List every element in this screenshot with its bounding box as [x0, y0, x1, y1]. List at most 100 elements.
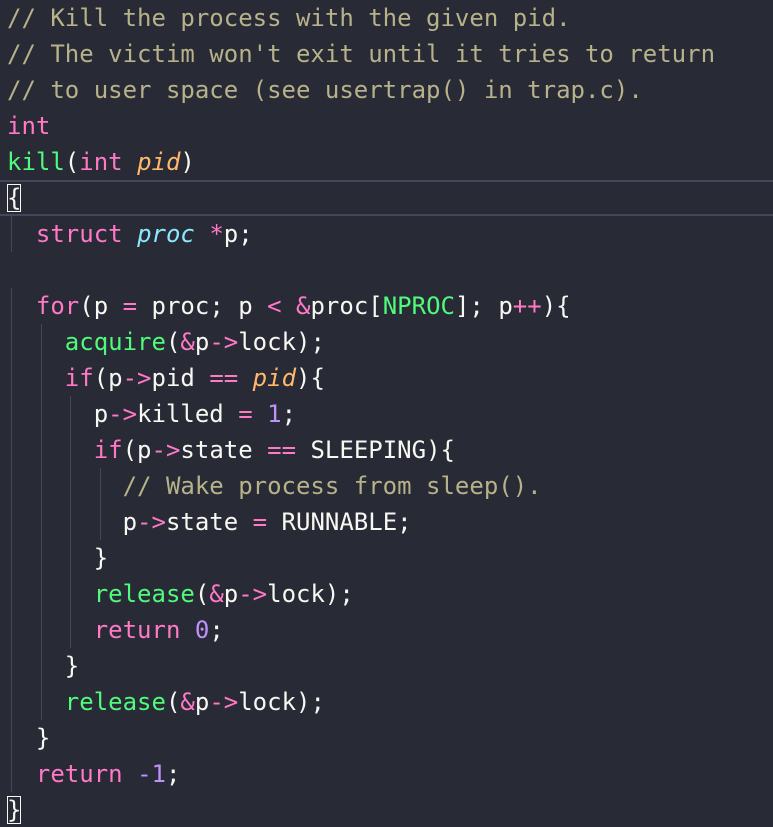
- code-token: ->: [209, 328, 239, 356]
- code-token: return: [93, 616, 181, 644]
- code-token: NPROC: [382, 292, 455, 320]
- code-token: proc; p: [137, 292, 268, 320]
- code-token: if: [64, 364, 94, 392]
- code-token: lock);: [267, 580, 354, 608]
- code-token: =: [238, 400, 253, 428]
- code-line[interactable]: }: [0, 648, 773, 684]
- code-token: RUNNABLE;: [267, 508, 412, 536]
- code-token: pid: [137, 148, 181, 176]
- code-token: (: [194, 580, 210, 608]
- code-line-content: {: [7, 182, 22, 214]
- code-token: p;: [223, 220, 253, 248]
- code-token: ->: [137, 508, 166, 536]
- code-token: // to user space (see usertrap() in trap…: [7, 76, 643, 104]
- code-token: for: [35, 292, 80, 320]
- code-line[interactable]: // Wake process from sleep().: [0, 468, 773, 504]
- code-line[interactable]: [0, 252, 773, 288]
- code-line[interactable]: for(p = proc; p < &proc[NPROC]; p++){: [0, 288, 773, 324]
- code-editor[interactable]: // Kill the process with the given pid. /…: [0, 0, 773, 827]
- code-line[interactable]: p->killed = 1;: [0, 396, 773, 432]
- code-line[interactable]: release(&p->lock);: [0, 684, 773, 720]
- code-line-content: p->killed = 1;: [7, 396, 296, 432]
- code-token: ->: [238, 580, 268, 608]
- code-line-content: for(p = proc; p < &proc[NPROC]; p++){: [7, 288, 571, 324]
- code-token: p: [7, 400, 109, 428]
- code-token: ->: [151, 436, 181, 464]
- code-token: ==: [267, 436, 297, 464]
- code-token: (p: [79, 292, 123, 320]
- code-line[interactable]: return 0;: [0, 612, 773, 648]
- code-token: ]; p: [454, 292, 513, 320]
- code-token: if: [93, 436, 123, 464]
- code-line[interactable]: p->state = RUNNABLE;: [0, 504, 773, 540]
- code-token: ==: [209, 364, 239, 392]
- code-line[interactable]: return -1;: [0, 756, 773, 792]
- code-token: {: [7, 184, 22, 212]
- code-line[interactable]: struct proc *p;: [0, 216, 773, 252]
- code-line[interactable]: int: [0, 108, 773, 144]
- code-token: ;: [209, 616, 224, 644]
- code-line[interactable]: }: [0, 792, 773, 827]
- code-token: ->: [209, 688, 239, 716]
- code-token: lock);: [238, 328, 325, 356]
- code-token: }: [7, 796, 22, 824]
- code-line[interactable]: if(p->pid == pid){: [0, 360, 773, 396]
- code-line[interactable]: kill(int pid): [0, 144, 773, 180]
- code-token: 1: [267, 400, 282, 428]
- code-token: ->: [122, 364, 152, 392]
- code-line-content: }: [7, 792, 22, 827]
- code-line[interactable]: acquire(&p->lock);: [0, 324, 773, 360]
- code-token: -1: [137, 760, 166, 788]
- code-token: release: [64, 688, 166, 716]
- code-token: struct: [35, 220, 123, 248]
- code-token: ){: [541, 292, 571, 320]
- code-token: int: [79, 148, 123, 176]
- code-token: p: [223, 580, 239, 608]
- code-line[interactable]: // to user space (see usertrap() in trap…: [0, 72, 773, 108]
- code-token: &: [180, 688, 195, 716]
- code-token: proc[: [310, 292, 383, 320]
- code-token: ++: [512, 292, 542, 320]
- code-line[interactable]: // The victim won't exit until it tries …: [0, 36, 773, 72]
- code-token: (: [64, 148, 80, 176]
- code-line[interactable]: // Kill the process with the given pid.: [0, 0, 773, 36]
- code-token: }: [7, 724, 51, 752]
- code-line-content: return 0;: [7, 612, 224, 648]
- code-line-content: release(&p->lock);: [7, 684, 325, 720]
- code-line[interactable]: if(p->state == SLEEPING){: [0, 432, 773, 468]
- code-line[interactable]: }: [0, 540, 773, 576]
- code-line-content: kill(int pid): [7, 144, 195, 180]
- code-token: pid: [252, 364, 297, 392]
- code-line-content: // Kill the process with the given pid.: [7, 0, 571, 36]
- code-line[interactable]: {: [0, 180, 773, 216]
- code-token: return: [35, 760, 123, 788]
- code-line-content: struct proc *p;: [7, 216, 253, 252]
- code-token: (: [165, 688, 181, 716]
- code-token: kill: [7, 148, 65, 176]
- code-token: // Wake process from sleep().: [122, 472, 542, 500]
- code-token: state: [165, 508, 253, 536]
- code-token: 0: [194, 616, 210, 644]
- code-token: ){: [296, 364, 325, 392]
- code-token: ->: [108, 400, 138, 428]
- code-token: p: [7, 508, 138, 536]
- code-line[interactable]: }: [0, 720, 773, 756]
- code-token: release: [93, 580, 195, 608]
- code-token: &: [180, 328, 195, 356]
- code-line-content: if(p->state == SLEEPING){: [7, 432, 455, 468]
- code-token: ): [180, 148, 195, 176]
- code-line[interactable]: release(&p->lock);: [0, 576, 773, 612]
